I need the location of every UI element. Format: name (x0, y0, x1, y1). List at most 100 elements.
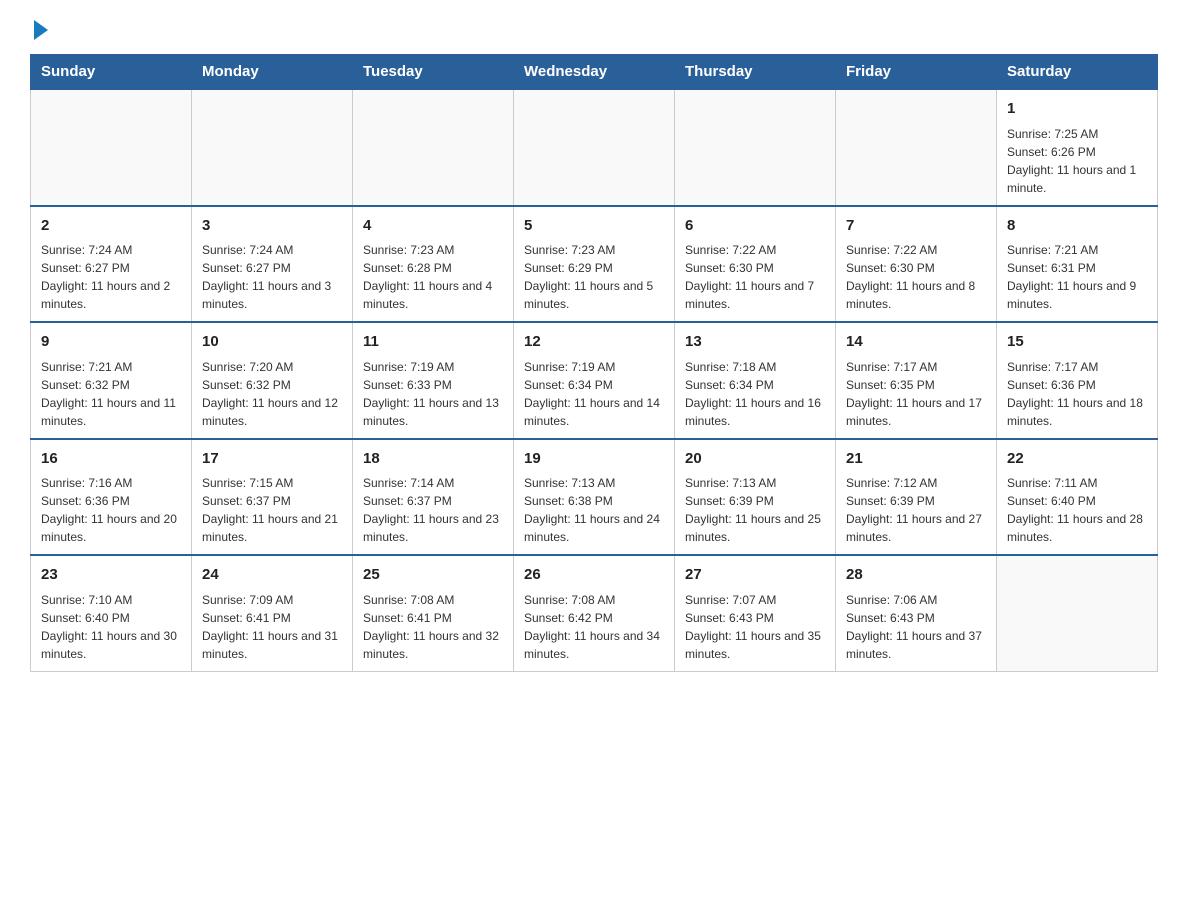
calendar-cell: 4 Sunrise: 7:23 AM Sunset: 6:28 PM Daylig… (353, 206, 514, 323)
week-row-5: 23 Sunrise: 7:10 AM Sunset: 6:40 PM Dayli… (31, 555, 1158, 671)
day-number: 22 (1007, 448, 1147, 471)
day-info: Sunrise: 7:23 AM Sunset: 6:29 PM Dayligh… (524, 241, 664, 313)
day-number: 16 (41, 448, 181, 471)
day-info: Sunrise: 7:21 AM Sunset: 6:32 PM Dayligh… (41, 358, 181, 430)
calendar-cell: 8 Sunrise: 7:21 AM Sunset: 6:31 PM Daylig… (997, 206, 1158, 323)
day-number: 1 (1007, 98, 1147, 121)
day-info: Sunrise: 7:09 AM Sunset: 6:41 PM Dayligh… (202, 591, 342, 663)
day-info: Sunrise: 7:24 AM Sunset: 6:27 PM Dayligh… (41, 241, 181, 313)
day-info: Sunrise: 7:23 AM Sunset: 6:28 PM Dayligh… (363, 241, 503, 313)
day-info: Sunrise: 7:08 AM Sunset: 6:42 PM Dayligh… (524, 591, 664, 663)
day-info: Sunrise: 7:06 AM Sunset: 6:43 PM Dayligh… (846, 591, 986, 663)
day-number: 12 (524, 331, 664, 354)
day-info: Sunrise: 7:12 AM Sunset: 6:39 PM Dayligh… (846, 474, 986, 546)
calendar-cell (514, 89, 675, 206)
day-info: Sunrise: 7:08 AM Sunset: 6:41 PM Dayligh… (363, 591, 503, 663)
logo-arrow-icon (34, 20, 48, 40)
calendar-cell: 19Sunrise: 7:13 AM Sunset: 6:38 PM Dayli… (514, 439, 675, 556)
weekday-header-saturday: Saturday (997, 55, 1158, 90)
day-number: 20 (685, 448, 825, 471)
day-number: 28 (846, 564, 986, 587)
calendar-cell: 2 Sunrise: 7:24 AM Sunset: 6:27 PM Daylig… (31, 206, 192, 323)
day-info: Sunrise: 7:17 AM Sunset: 6:36 PM Dayligh… (1007, 358, 1147, 430)
week-row-2: 2 Sunrise: 7:24 AM Sunset: 6:27 PM Daylig… (31, 206, 1158, 323)
calendar-cell: 3 Sunrise: 7:24 AM Sunset: 6:27 PM Daylig… (192, 206, 353, 323)
day-number: 5 (524, 215, 664, 238)
day-number: 26 (524, 564, 664, 587)
day-info: Sunrise: 7:11 AM Sunset: 6:40 PM Dayligh… (1007, 474, 1147, 546)
weekday-header-thursday: Thursday (675, 55, 836, 90)
calendar-cell: 25Sunrise: 7:08 AM Sunset: 6:41 PM Dayli… (353, 555, 514, 671)
calendar-cell: 11 Sunrise: 7:19 AM Sunset: 6:33 PM Dayli… (353, 322, 514, 439)
calendar-cell: 12 Sunrise: 7:19 AM Sunset: 6:34 PM Dayli… (514, 322, 675, 439)
calendar-cell: 16 Sunrise: 7:16 AM Sunset: 6:36 PM Dayli… (31, 439, 192, 556)
day-info: Sunrise: 7:07 AM Sunset: 6:43 PM Dayligh… (685, 591, 825, 663)
day-info: Sunrise: 7:18 AM Sunset: 6:34 PM Dayligh… (685, 358, 825, 430)
day-number: 9 (41, 331, 181, 354)
day-number: 7 (846, 215, 986, 238)
day-number: 24 (202, 564, 342, 587)
day-number: 8 (1007, 215, 1147, 238)
day-info: Sunrise: 7:21 AM Sunset: 6:31 PM Dayligh… (1007, 241, 1147, 313)
calendar-cell: 1Sunrise: 7:25 AM Sunset: 6:26 PM Daylig… (997, 89, 1158, 206)
day-number: 4 (363, 215, 503, 238)
calendar-cell: 22 Sunrise: 7:11 AM Sunset: 6:40 PM Dayli… (997, 439, 1158, 556)
calendar-table: SundayMondayTuesdayWednesdayThursdayFrid… (30, 54, 1158, 672)
day-number: 13 (685, 331, 825, 354)
day-info: Sunrise: 7:20 AM Sunset: 6:32 PM Dayligh… (202, 358, 342, 430)
weekday-header-monday: Monday (192, 55, 353, 90)
weekday-header-sunday: Sunday (31, 55, 192, 90)
weekday-header-wednesday: Wednesday (514, 55, 675, 90)
calendar-cell (836, 89, 997, 206)
day-info: Sunrise: 7:19 AM Sunset: 6:33 PM Dayligh… (363, 358, 503, 430)
day-info: Sunrise: 7:13 AM Sunset: 6:39 PM Dayligh… (685, 474, 825, 546)
day-info: Sunrise: 7:16 AM Sunset: 6:36 PM Dayligh… (41, 474, 181, 546)
calendar-cell: 7 Sunrise: 7:22 AM Sunset: 6:30 PM Daylig… (836, 206, 997, 323)
day-info: Sunrise: 7:22 AM Sunset: 6:30 PM Dayligh… (685, 241, 825, 313)
logo (30, 20, 48, 34)
day-info: Sunrise: 7:10 AM Sunset: 6:40 PM Dayligh… (41, 591, 181, 663)
day-info: Sunrise: 7:14 AM Sunset: 6:37 PM Dayligh… (363, 474, 503, 546)
day-number: 11 (363, 331, 503, 354)
calendar-cell (997, 555, 1158, 671)
calendar-cell: 23 Sunrise: 7:10 AM Sunset: 6:40 PM Dayli… (31, 555, 192, 671)
day-number: 2 (41, 215, 181, 238)
day-number: 6 (685, 215, 825, 238)
calendar-cell: 18Sunrise: 7:14 AM Sunset: 6:37 PM Dayli… (353, 439, 514, 556)
day-number: 23 (41, 564, 181, 587)
day-info: Sunrise: 7:19 AM Sunset: 6:34 PM Dayligh… (524, 358, 664, 430)
day-info: Sunrise: 7:15 AM Sunset: 6:37 PM Dayligh… (202, 474, 342, 546)
calendar-cell: 20 Sunrise: 7:13 AM Sunset: 6:39 PM Dayli… (675, 439, 836, 556)
calendar-cell: 27 Sunrise: 7:07 AM Sunset: 6:43 PM Dayli… (675, 555, 836, 671)
calendar-cell: 17 Sunrise: 7:15 AM Sunset: 6:37 PM Dayli… (192, 439, 353, 556)
calendar-cell: 21 Sunrise: 7:12 AM Sunset: 6:39 PM Dayli… (836, 439, 997, 556)
calendar-cell: 5 Sunrise: 7:23 AM Sunset: 6:29 PM Daylig… (514, 206, 675, 323)
day-info: Sunrise: 7:13 AM Sunset: 6:38 PM Dayligh… (524, 474, 664, 546)
calendar-cell (192, 89, 353, 206)
calendar-cell: 13 Sunrise: 7:18 AM Sunset: 6:34 PM Dayli… (675, 322, 836, 439)
day-number: 27 (685, 564, 825, 587)
calendar-cell: 10 Sunrise: 7:20 AM Sunset: 6:32 PM Dayli… (192, 322, 353, 439)
calendar-cell: 28 Sunrise: 7:06 AM Sunset: 6:43 PM Dayli… (836, 555, 997, 671)
calendar-cell (675, 89, 836, 206)
day-number: 15 (1007, 331, 1147, 354)
day-info: Sunrise: 7:24 AM Sunset: 6:27 PM Dayligh… (202, 241, 342, 313)
weekday-header-friday: Friday (836, 55, 997, 90)
weekday-header-row: SundayMondayTuesdayWednesdayThursdayFrid… (31, 55, 1158, 90)
day-number: 3 (202, 215, 342, 238)
calendar-cell: 6 Sunrise: 7:22 AM Sunset: 6:30 PM Daylig… (675, 206, 836, 323)
calendar-cell (31, 89, 192, 206)
day-number: 10 (202, 331, 342, 354)
day-number: 17 (202, 448, 342, 471)
week-row-1: 1Sunrise: 7:25 AM Sunset: 6:26 PM Daylig… (31, 89, 1158, 206)
weekday-header-tuesday: Tuesday (353, 55, 514, 90)
calendar-cell: 14 Sunrise: 7:17 AM Sunset: 6:35 PM Dayli… (836, 322, 997, 439)
calendar-cell: 26 Sunrise: 7:08 AM Sunset: 6:42 PM Dayli… (514, 555, 675, 671)
calendar-cell: 15 Sunrise: 7:17 AM Sunset: 6:36 PM Dayli… (997, 322, 1158, 439)
day-number: 21 (846, 448, 986, 471)
day-number: 14 (846, 331, 986, 354)
page-header (30, 20, 1158, 34)
day-info: Sunrise: 7:22 AM Sunset: 6:30 PM Dayligh… (846, 241, 986, 313)
day-info: Sunrise: 7:17 AM Sunset: 6:35 PM Dayligh… (846, 358, 986, 430)
week-row-4: 16 Sunrise: 7:16 AM Sunset: 6:36 PM Dayli… (31, 439, 1158, 556)
